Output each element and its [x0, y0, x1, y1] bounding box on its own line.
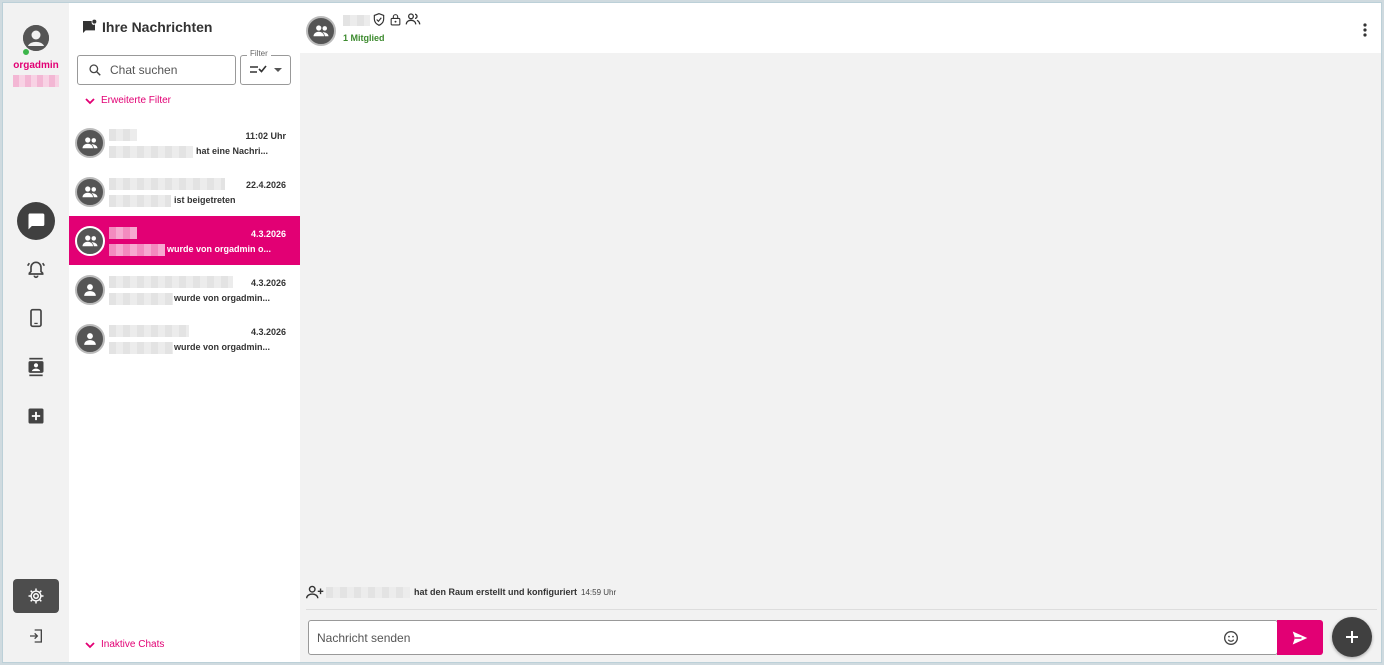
chat-list-item[interactable]: 4.3.2026 wurde von orgadmin... — [69, 314, 300, 363]
conversation-panel: 1 Mitglied hat den Raum erstellt und kon… — [300, 3, 1381, 662]
inactive-chats-toggle[interactable]: Inaktive Chats — [85, 639, 164, 650]
chat-time: 4.3.2026 — [250, 229, 286, 239]
room-avatar[interactable] — [306, 16, 336, 46]
message-input-placeholder: Nachricht senden — [317, 630, 411, 645]
person-avatar — [75, 275, 105, 305]
group-icon — [82, 137, 98, 149]
inactive-chats-label: Inaktive Chats — [101, 639, 165, 650]
chat-time: 4.3.2026 — [250, 278, 286, 288]
nav-alarms-button[interactable] — [17, 250, 55, 288]
group-avatar — [75, 226, 105, 256]
chevron-down-icon — [273, 68, 282, 72]
group-avatar — [75, 128, 105, 158]
lock-icon — [390, 14, 401, 26]
chat-sender-redacted — [109, 293, 173, 305]
person-icon — [84, 284, 96, 296]
add-attachment-button[interactable] — [1332, 617, 1372, 657]
online-status-dot — [22, 48, 30, 56]
emoji-icon — [1224, 631, 1238, 645]
chevron-down-icon — [85, 97, 95, 104]
group-icon — [313, 25, 329, 37]
group-outline-icon — [405, 13, 421, 25]
send-button[interactable] — [1277, 620, 1323, 655]
plus-icon — [1346, 631, 1358, 643]
person-icon — [23, 25, 49, 51]
chat-name-redacted — [109, 227, 137, 239]
nav-contacts-button[interactable] — [17, 348, 55, 386]
search-icon — [89, 64, 101, 76]
chat-sender-redacted — [109, 342, 173, 354]
user-avatar[interactable] — [23, 25, 49, 51]
system-message: hat den Raum erstellt und konfiguriert 1… — [306, 585, 616, 599]
chat-list-item[interactable]: 4.3.2026 wurde von orgadmin... — [69, 265, 300, 314]
advanced-filter-label: Erweiterte Filter — [101, 95, 172, 106]
more-options-button[interactable] — [1363, 23, 1367, 42]
filter-label: Filter — [247, 49, 271, 58]
room-name-redacted — [343, 15, 370, 26]
emoji-button[interactable] — [1223, 630, 1239, 649]
chat-preview: wurde von orgadmin... — [174, 342, 271, 352]
chat-time: 4.3.2026 — [250, 327, 286, 337]
nav-new-chat-button[interactable] — [17, 397, 55, 435]
chat-name-redacted — [109, 276, 233, 288]
logout-icon — [30, 629, 42, 643]
room-status-icons — [372, 12, 421, 27]
system-message-time: 14:59 Uhr — [581, 587, 617, 597]
chat-list-item-selected[interactable]: 4.3.2026 wurde von orgadmin o... — [69, 216, 300, 265]
add-box-icon — [28, 408, 44, 424]
person-add-icon — [306, 585, 324, 599]
room-member-count: 1 Mitglied — [343, 33, 385, 43]
filter-select[interactable]: Filter — [240, 49, 291, 85]
nav-chats-button[interactable] — [17, 202, 55, 240]
chat-name-redacted — [109, 325, 189, 337]
group-icon — [82, 186, 98, 198]
kebab-menu-icon — [1363, 23, 1367, 37]
chat-list-panel: Ihre Nachrichten Chat suchen Filter Erwe… — [69, 3, 300, 662]
contacts-icon — [28, 357, 44, 377]
chat-sender-redacted — [109, 146, 193, 158]
chat-name-redacted — [109, 178, 225, 190]
chat-flag-icon — [83, 19, 97, 33]
chat-search-placeholder: Chat suchen — [110, 63, 178, 77]
chat-list-title: Ihre Nachrichten — [81, 19, 212, 35]
composer-divider — [306, 609, 1377, 610]
advanced-filter-toggle[interactable]: Erweiterte Filter — [85, 95, 171, 106]
chat-list-title-text: Ihre Nachrichten — [102, 19, 213, 35]
gear-icon — [28, 588, 44, 604]
chat-list-item[interactable]: 22.4.2026 ist beigetreten — [69, 167, 300, 216]
rail-user-detail-redacted — [13, 75, 59, 87]
chat-time: 22.4.2026 — [245, 180, 286, 190]
message-input[interactable]: Nachricht senden — [308, 620, 1278, 655]
conversation-header: 1 Mitglied — [300, 3, 1381, 53]
filter-list-icon — [249, 65, 267, 73]
shield-check-icon — [373, 13, 385, 26]
app-window: orgadmin Ihre Nachrichten Chat suchen Fi… — [2, 2, 1382, 663]
smartphone-icon — [30, 308, 42, 328]
chat-preview: wurde von orgadmin o... — [167, 244, 272, 254]
person-icon — [84, 333, 96, 345]
nav-rail: orgadmin — [3, 3, 69, 662]
group-icon — [82, 235, 98, 247]
chat-search-input[interactable]: Chat suchen — [77, 55, 236, 85]
nav-devices-button[interactable] — [17, 299, 55, 337]
system-actor-redacted — [326, 586, 410, 598]
system-message-text: hat den Raum erstellt und konfiguriert — [414, 587, 578, 597]
settings-button[interactable] — [13, 579, 59, 613]
chevron-down-icon — [85, 641, 95, 648]
logout-button[interactable] — [17, 618, 55, 654]
alarm-bell-icon — [26, 261, 46, 279]
chat-sender-redacted — [109, 244, 165, 256]
chat-preview: wurde von orgadmin... — [174, 293, 271, 303]
chat-name-redacted — [109, 129, 137, 141]
chat-preview: hat eine Nachri... — [196, 146, 269, 156]
chat-preview: ist beigetreten — [174, 195, 236, 205]
group-avatar — [75, 177, 105, 207]
chat-bubble-icon — [28, 213, 45, 230]
rail-username: orgadmin — [13, 60, 59, 71]
send-icon — [1292, 630, 1308, 645]
chat-time: 11:02 Uhr — [245, 131, 286, 141]
person-avatar — [75, 324, 105, 354]
chat-sender-redacted — [109, 195, 171, 207]
chat-list-item[interactable]: 11:02 Uhr hat eine Nachri... — [69, 118, 300, 167]
